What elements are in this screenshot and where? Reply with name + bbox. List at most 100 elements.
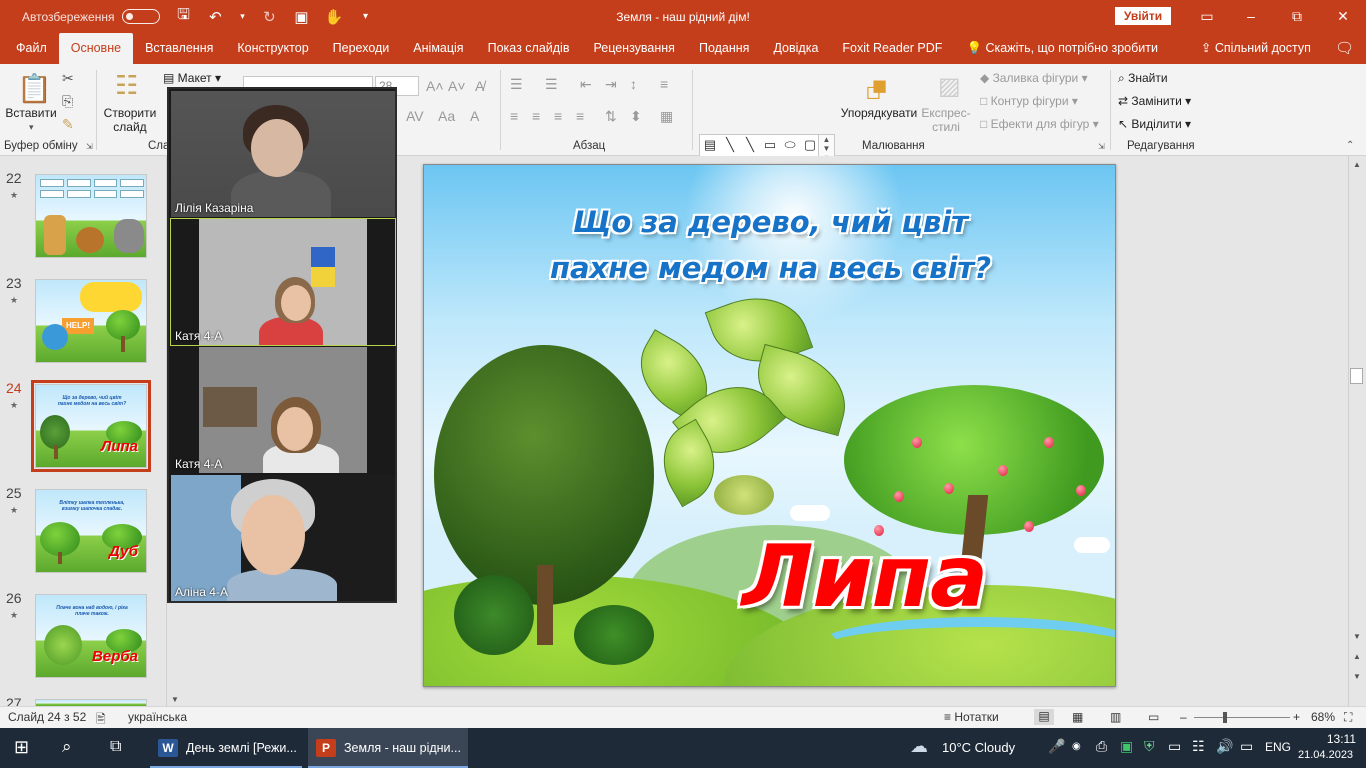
app-tray-icon[interactable]: ▣ — [1120, 738, 1133, 755]
shield-icon[interactable]: ⛨ — [1144, 738, 1155, 755]
usb-icon[interactable]: ⎙ — [1096, 738, 1107, 755]
microphone-icon[interactable]: 🎤 — [1048, 738, 1065, 755]
text-direction-icon[interactable]: ⇅ — [605, 108, 617, 125]
select-button[interactable]: ↖ Виділити ▾ — [1118, 117, 1191, 131]
tab-foxit[interactable]: Foxit Reader PDF — [830, 33, 954, 64]
chevron-down-icon[interactable]: ▾ — [238, 11, 246, 22]
slide-scrollbar[interactable]: ▲ ▼ ▲ ▼ — [1348, 156, 1364, 706]
tab-design[interactable]: Конструктор — [225, 33, 320, 64]
paste-icon[interactable]: 📋 — [17, 72, 52, 105]
slide-thumbnail[interactable]: Влітку шапка тепленька, взимку шапочка с… — [35, 489, 147, 573]
undo-icon[interactable]: ↶ — [206, 8, 224, 26]
signin-button[interactable]: Увійти — [1115, 7, 1171, 25]
shape-effects-button[interactable]: □ Ефекти для фігур ▾ — [980, 117, 1099, 131]
zoom-slider[interactable] — [1194, 717, 1290, 718]
align-left-icon[interactable]: ≡ — [510, 108, 518, 124]
align-right-icon[interactable]: ≡ — [554, 108, 562, 124]
dialog-launcher-icon[interactable]: ⇲ — [1098, 142, 1105, 151]
align-center-icon[interactable]: ≡ — [532, 108, 540, 124]
battery-icon[interactable]: ▭ — [1240, 738, 1253, 755]
decrease-font-icon[interactable]: A˅ — [448, 78, 466, 94]
rectangle-shape-icon[interactable]: ▭ — [760, 135, 780, 155]
rounded-rect-shape-icon[interactable]: ▢ — [800, 135, 820, 155]
volume-icon[interactable]: 🔊 — [1216, 738, 1233, 755]
video-call-panel[interactable]: Лілія Казаріна Катя 4-А Катя 4-А Аліна 4… — [167, 87, 397, 603]
close-button[interactable]: ✕ — [1320, 0, 1366, 33]
decrease-indent-icon[interactable]: ⇤ — [580, 76, 592, 93]
slide-thumbnail[interactable]: HELP! — [35, 279, 147, 363]
current-slide[interactable]: Що за дерево, чий цвіт пахне медом на ве… — [423, 164, 1116, 687]
fit-slide-icon[interactable]: ⛶ — [1344, 710, 1352, 725]
keyboard-language[interactable]: ENG — [1265, 740, 1291, 754]
taskbar-app-word[interactable]: W День землі [Режи... — [150, 728, 302, 768]
textbox-shape-icon[interactable]: ▤ — [700, 135, 720, 155]
redo-icon[interactable]: ↻ — [260, 8, 278, 26]
zoom-level[interactable]: 68% — [1311, 710, 1335, 724]
comments-icon[interactable]: 🗨 — [1323, 33, 1366, 64]
search-icon[interactable]: ⌕ — [62, 737, 72, 757]
numbering-icon[interactable]: ☰ — [545, 76, 558, 93]
line-shape-icon[interactable]: ╲ — [740, 135, 760, 155]
justify-icon[interactable]: ≡ — [576, 108, 584, 124]
tab-view[interactable]: Подання — [687, 33, 761, 64]
ribbon-display-icon[interactable]: ▭ — [1184, 0, 1230, 33]
slide-thumbnail[interactable] — [35, 174, 147, 258]
zoom-app-icon[interactable]: ◉ — [1072, 741, 1081, 752]
tab-insert[interactable]: Вставлення — [133, 33, 225, 64]
collapse-ribbon-icon[interactable]: ⌃ — [1346, 140, 1354, 151]
copy-icon[interactable]: ⎘ — [62, 93, 73, 110]
share-button[interactable]: ⇪ Спільний доступ — [1189, 33, 1323, 64]
present-icon[interactable]: ▣ — [292, 8, 310, 26]
smartart-icon[interactable]: ▦ — [660, 108, 673, 125]
windows-start-icon[interactable]: ⊞ — [14, 737, 29, 758]
answer-word[interactable]: Липа — [742, 527, 988, 627]
notes-button[interactable]: ≡ Нотатки — [944, 710, 999, 724]
line-spacing-icon[interactable]: ↕ — [630, 76, 637, 92]
tell-me-search[interactable]: 💡 Скажіть, що потрібно зробити — [954, 33, 1170, 64]
language-indicator[interactable]: українська — [128, 710, 187, 724]
paste-button[interactable]: Вставити — [4, 106, 58, 120]
task-view-icon[interactable]: ⧉ — [110, 738, 121, 756]
align-text-icon[interactable]: ⬍ — [630, 108, 642, 125]
quick-styles-button[interactable]: Експрес-стилі — [920, 106, 972, 134]
shape-outline-button[interactable]: □ Контур фігури ▾ — [980, 94, 1078, 108]
participant-video[interactable]: Катя 4-А — [170, 218, 396, 346]
clock-date[interactable]: 21.04.2023 — [1298, 749, 1353, 761]
tab-help[interactable]: Довідка — [761, 33, 830, 64]
save-icon[interactable]: 🖫 — [174, 4, 192, 29]
slide-sorter-icon[interactable]: ▦ — [1072, 710, 1083, 724]
reading-view-icon[interactable]: ▥ — [1110, 710, 1121, 724]
new-slide-icon[interactable]: ☷ — [115, 70, 138, 101]
arrange-button[interactable]: Упорядкувати — [838, 106, 920, 120]
tab-file[interactable]: Файл — [4, 33, 59, 64]
zoom-in-button[interactable]: + — [1293, 710, 1300, 724]
format-painter-icon[interactable]: ✎ — [62, 116, 74, 133]
riddle-line-1[interactable]: Що за дерево, чий цвіт — [424, 205, 1115, 239]
normal-view-icon[interactable]: ▤ — [1034, 709, 1054, 725]
weather-text[interactable]: 10°C Cloudy — [942, 740, 1015, 755]
zoom-out-button[interactable]: – — [1180, 710, 1187, 724]
cut-icon[interactable]: ✂ — [62, 70, 74, 87]
customize-icon[interactable]: ▾ — [356, 11, 374, 22]
font-color-icon[interactable]: A — [470, 108, 479, 124]
participant-video[interactable]: Лілія Казаріна — [171, 91, 395, 217]
tab-animations[interactable]: Анімація — [401, 33, 475, 64]
increase-font-icon[interactable]: A˄ — [426, 78, 444, 94]
bullets-icon[interactable]: ☰ — [510, 76, 523, 93]
shape-fill-button[interactable]: ◆ Заливка фігури ▾ — [980, 71, 1088, 85]
tab-home[interactable]: Основне — [58, 33, 134, 64]
slideshow-icon[interactable]: ▭ — [1148, 710, 1159, 724]
oval-shape-icon[interactable]: ⬭ — [780, 135, 800, 155]
zoom-slider-thumb[interactable] — [1222, 712, 1227, 723]
autosave-toggle[interactable] — [122, 9, 161, 24]
tab-slideshow[interactable]: Показ слайдів — [476, 33, 582, 64]
network-icon[interactable]: ☷ — [1192, 738, 1205, 755]
chevron-down-icon[interactable]: ▾ — [29, 122, 34, 133]
dialog-launcher-icon[interactable]: ⇲ — [86, 142, 93, 151]
clear-format-icon[interactable]: A̸ — [475, 78, 484, 94]
minimize-button[interactable]: – — [1228, 0, 1274, 33]
participant-video[interactable]: Катя 4-А — [171, 347, 395, 473]
replace-button[interactable]: ⇄ Замінити ▾ — [1118, 94, 1191, 108]
layout-button[interactable]: ▤ Макет ▾ — [163, 71, 221, 85]
line-shape-icon[interactable]: ╲ — [720, 135, 740, 155]
